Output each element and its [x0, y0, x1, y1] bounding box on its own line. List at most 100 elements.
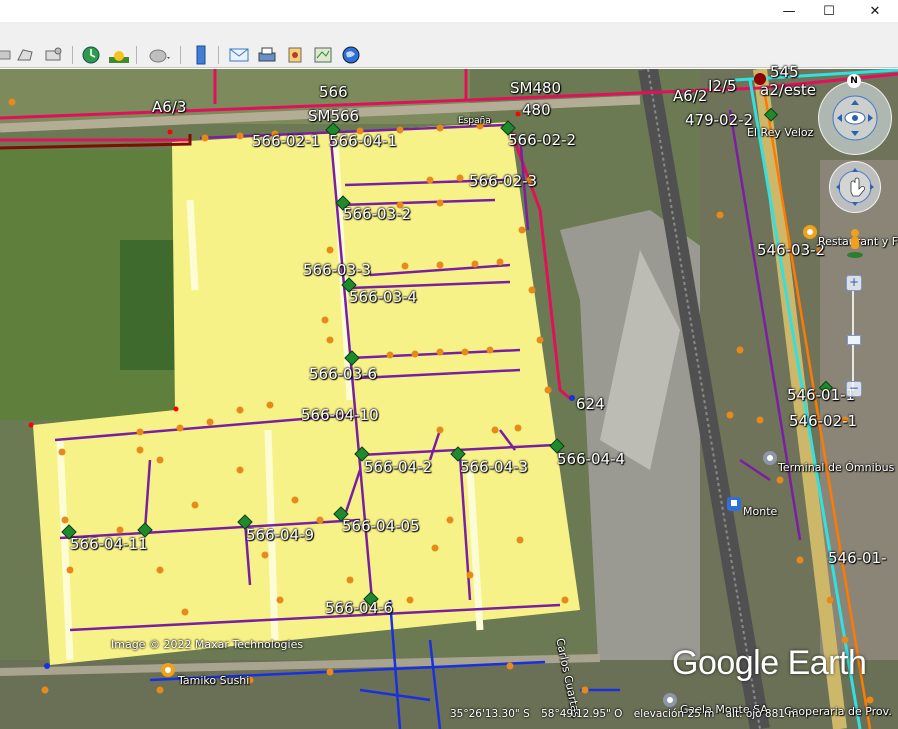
terminal-pin-icon[interactable] — [763, 451, 777, 465]
restaurant-pin-icon[interactable] — [803, 225, 817, 239]
map-label: SM566 — [308, 107, 360, 125]
ruler-icon — [196, 45, 206, 65]
map-label: 546-01-1 — [787, 386, 856, 404]
earth-gallery-tool[interactable] — [340, 44, 362, 66]
toolbar — [0, 22, 898, 68]
map-label: Tamiko Sushi — [178, 674, 250, 687]
planet-icon — [149, 49, 170, 63]
save-image-tool[interactable] — [284, 44, 306, 66]
toolbar-separator — [218, 46, 219, 64]
elevation-readout: elevación 25 m — [633, 708, 715, 720]
window-titlebar: — ☐ ✕ — [0, 0, 898, 22]
ruler-tool[interactable] — [190, 44, 212, 66]
zoom-slider[interactable]: + − — [846, 275, 862, 397]
printer-icon — [258, 47, 276, 62]
tree-cluster — [120, 240, 175, 370]
map-icon — [314, 47, 332, 63]
status-bar: 35°26'13.30" S 58°49'12.95" O elevación … — [450, 708, 807, 720]
latitude-readout: 35°26'13.30" S — [450, 708, 530, 720]
clock-icon — [82, 46, 100, 64]
business-pin-icon[interactable] — [663, 693, 677, 707]
close-button[interactable]: ✕ — [852, 0, 898, 22]
sushi-pin-icon[interactable] — [161, 663, 175, 677]
historical-imagery-tool[interactable] — [80, 44, 102, 66]
map-label: España — [458, 116, 491, 126]
map-label: 566-04-3 — [460, 458, 529, 476]
hand-icon — [836, 168, 874, 206]
map-label: 545 — [770, 63, 799, 81]
map-label: 566-03-3 — [303, 261, 372, 279]
corner-point — [569, 395, 575, 401]
toolbar-separator — [180, 46, 181, 64]
map-label: 566-03-4 — [349, 288, 418, 306]
view-in-maps-tool[interactable] — [312, 44, 334, 66]
map-label: 566-04-11 — [70, 535, 148, 553]
maximize-button[interactable]: ☐ — [806, 0, 852, 22]
map-label: 566-04-9 — [246, 526, 315, 544]
maximize-icon: ☐ — [823, 3, 835, 19]
map-label: 624 — [576, 395, 605, 413]
pegman-icon[interactable] — [845, 227, 865, 263]
email-tool[interactable] — [228, 44, 250, 66]
sun-icon — [109, 51, 129, 63]
map-label: 546-01- — [828, 549, 887, 567]
map-label: 480 — [522, 101, 551, 119]
eye-icon — [832, 95, 878, 141]
map-label: 566-02-2 — [508, 131, 577, 149]
path-tool[interactable] — [42, 44, 64, 66]
bus-station-icon[interactable] — [727, 497, 741, 511]
map-label: I2/5 — [708, 77, 737, 95]
map-label: 566-04-2 — [364, 458, 433, 476]
envelope-icon — [229, 48, 249, 62]
corner-point — [173, 406, 179, 412]
save-image-icon — [288, 47, 302, 63]
map-label: 566-04-4 — [557, 450, 626, 468]
path-icon — [45, 47, 62, 61]
zoom-thumb[interactable] — [847, 335, 861, 345]
toolbar-separator — [136, 46, 137, 64]
eye-altitude-readout: alt. ojo 881 m — [725, 708, 799, 720]
minimize-icon: — — [782, 3, 796, 19]
map-label: 546-02-1 — [789, 412, 858, 430]
map-label: 566-04-1 — [329, 132, 398, 150]
zoom-out-icon[interactable]: − — [846, 381, 862, 397]
map-label: 566-02-3 — [469, 172, 538, 190]
map-label: SM480 — [510, 79, 562, 97]
map-label: 479-02-2 — [685, 111, 754, 129]
pushpin-icon — [0, 50, 11, 60]
map-label: Monte — [743, 505, 778, 518]
polygon-tool[interactable] — [14, 44, 36, 66]
polygon-icon — [17, 49, 33, 61]
toolbar-separator — [72, 46, 73, 64]
planet-switch-tool[interactable] — [148, 44, 170, 66]
map-label: a2/este — [760, 81, 816, 99]
look-control[interactable]: N — [818, 74, 892, 155]
move-control[interactable] — [829, 161, 881, 213]
corner-point — [28, 422, 34, 428]
map-view[interactable]: 566 SM480 A6/3 SM566 480 España A6/2 I2/… — [0, 63, 898, 729]
map-label: El Rey Veloz — [747, 126, 814, 139]
map-label: 566-03-2 — [343, 205, 412, 223]
longitude-readout: 58°49'12.95" O — [541, 708, 623, 720]
map-label: 566-04-05 — [342, 517, 420, 535]
corner-point — [515, 111, 521, 117]
map-label: 566 — [319, 83, 348, 101]
map-canvas[interactable] — [0, 69, 898, 729]
map-label: 546-03-2 — [757, 241, 826, 259]
sunlight-tool[interactable] — [108, 44, 130, 66]
map-label: 566-04-10 — [301, 406, 379, 424]
print-tool[interactable] — [256, 44, 278, 66]
map-label: A6/3 — [152, 98, 187, 116]
google-earth-logo: Google Earth — [672, 644, 867, 682]
close-icon: ✕ — [869, 3, 881, 19]
globe-icon — [342, 46, 360, 64]
imagery-copyright: Image © 2022 Maxar Technologies — [111, 638, 304, 651]
zoom-in-icon[interactable]: + — [846, 275, 862, 291]
corner-point — [167, 129, 173, 135]
map-label: 566-04-6 — [325, 599, 394, 617]
map-label: 566-02-1 — [252, 132, 321, 150]
corner-point — [44, 663, 50, 669]
map-label: A6/2 — [673, 87, 708, 105]
map-label: 566-03-6 — [309, 365, 378, 383]
map-label: Terminal de Ómnibus — [778, 461, 895, 474]
